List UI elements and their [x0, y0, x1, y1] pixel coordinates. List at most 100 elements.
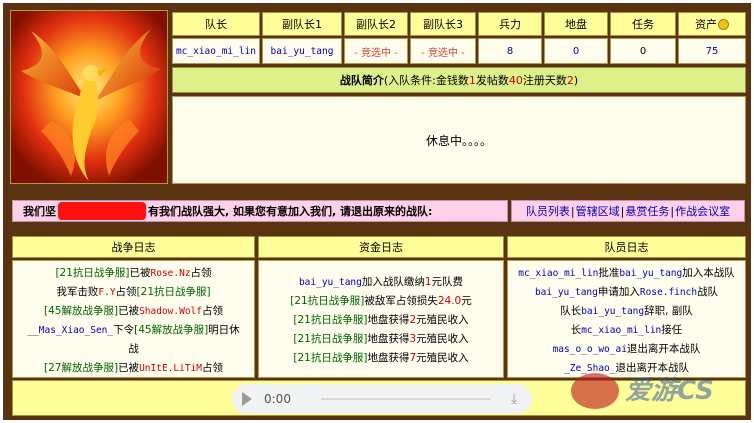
fund-log-body: bai_yu_tang加入战队缴纳1元队费 [21抗日战争服]被敌军占领损失24.… — [258, 260, 504, 378]
log-text: 长 — [570, 324, 582, 336]
log-text: 退出离开本战队 — [626, 343, 701, 355]
watermark-text: 爱游CS — [625, 376, 714, 406]
log-link[interactable]: mc_xiao_mi_lin — [518, 268, 598, 279]
log-link[interactable]: bai_yu_tang — [535, 287, 598, 298]
team-intro-title: 战队简介 — [339, 74, 384, 87]
log-line: mc_xiao_mi_lin批准bai_yu_tang加入本战队 — [508, 264, 745, 283]
tasks-value: 0 — [610, 38, 676, 64]
log-text: 地盘获得 — [367, 314, 410, 326]
log-link[interactable]: mas_o_o_wo_ai — [553, 344, 627, 355]
member-list-link[interactable]: 队员列表 — [526, 203, 570, 219]
log-line: [21抗日战争服]地盘获得3元殖民收入 — [259, 330, 503, 349]
phoenix-logo-image — [11, 11, 167, 183]
log-line: bai_yu_tang申请加入Rose.finch战队 — [508, 283, 745, 302]
war-log-body: [21抗日战争服]已被Rose.Nz占领 我军击败F.Y占领[21抗日战争服] [4… — [12, 260, 255, 378]
intro-days-value: 2 — [566, 73, 574, 87]
intro-days-label: 注册天数 — [522, 74, 567, 87]
audio-time: 0:00 — [264, 392, 291, 406]
log-text: 元殖民收入 — [416, 333, 469, 345]
log-line: 战 — [13, 340, 254, 359]
log-link[interactable]: [45解放战争服] — [44, 305, 118, 317]
log-text: 占领 — [201, 362, 223, 374]
log-text: 已被 — [118, 362, 140, 374]
log-text: 加入战队缴纳 — [361, 276, 425, 288]
log-text: 元队费 — [431, 276, 464, 288]
assets-value: 75 — [678, 38, 746, 64]
log-line: 队长bai_yu_tang辞职, 副队 — [508, 302, 745, 321]
log-text: 已被 — [118, 305, 140, 317]
log-text: 被敌军占领损失 — [364, 295, 438, 307]
war-log-title: 战争日志 — [12, 236, 255, 258]
log-text: 队长 — [560, 305, 582, 317]
team-links-bar: 队员列表 | 管辖区域 | 悬赏任务 | 作战会议室 — [511, 200, 745, 222]
vice-captain-1-link[interactable]: bai_yu_tang — [262, 38, 342, 64]
log-text: 接任 — [661, 324, 683, 336]
log-text: 加入本战队 — [682, 267, 735, 279]
log-link[interactable]: [21抗日战争服] — [293, 314, 367, 326]
log-text: 占领 — [190, 267, 212, 279]
log-link[interactable]: [45解放战争服] — [134, 324, 208, 336]
log-line: [45解放战争服]已被Shadow.Wolf占领 — [13, 302, 254, 321]
war-room-link[interactable]: 作战会议室 — [675, 203, 730, 219]
team-intro-header: 战队简介 (入队条件:金钱数 1 发帖数 40 注册天数 2 ) — [172, 67, 746, 93]
log-link[interactable]: Rose.finch — [640, 287, 697, 298]
vice-captain-2-status: - 竞选中 - — [344, 38, 408, 64]
audio-player: 0:00 ⤓ — [232, 384, 532, 414]
log-text: 已被 — [129, 267, 151, 279]
log-line: [27解放战争服]已被UnItE.LiTiM占领 — [13, 359, 254, 377]
log-link[interactable]: [27解放战争服] — [44, 362, 118, 374]
log-link[interactable]: F.Y — [98, 287, 115, 298]
play-icon[interactable] — [242, 392, 252, 406]
header-vice-captain-2: 副队长2 — [344, 12, 408, 36]
troops-value: 8 — [478, 38, 542, 64]
redaction-mark — [58, 202, 146, 220]
territory-value: 0 — [544, 38, 608, 64]
header-assets-label: 资产 — [695, 18, 717, 31]
log-link[interactable]: bai_yu_tang — [299, 277, 362, 288]
log-line: bai_yu_tang加入战队缴纳1元队费 — [259, 273, 503, 292]
log-text: 元 — [461, 295, 472, 307]
log-link[interactable]: bai_yu_tang — [581, 306, 644, 317]
intro-posts-value: 40 — [508, 73, 523, 87]
log-text: 批准 — [598, 267, 620, 279]
intro-cond-open: (入队条件:金钱数 — [383, 74, 469, 87]
vice-captain-3-status: - 竞选中 - — [410, 38, 476, 64]
log-link[interactable]: __Mas_Xiao_Sen_ — [27, 325, 113, 336]
log-link[interactable]: Shadow.Wolf — [139, 306, 202, 317]
header-territory: 地盘 — [544, 12, 608, 36]
log-link[interactable]: [21抗日战争服] — [293, 333, 367, 345]
captain-name-link[interactable]: mc_xiao_mi_lin — [172, 38, 260, 64]
log-link[interactable]: UnItE.LiTiM — [139, 363, 202, 374]
log-link[interactable]: [21抗日战争服] — [290, 295, 364, 307]
bounty-tasks-link[interactable]: 悬赏任务 — [625, 203, 669, 219]
header-captain: 队长 — [172, 12, 260, 36]
header-vice-captain-3: 副队长3 — [410, 12, 476, 36]
log-link[interactable]: [21抗日战争服] — [55, 267, 129, 279]
log-line: 长mc_xiao_mi_lin接任 — [508, 321, 745, 340]
log-link[interactable]: 24.0 — [438, 295, 461, 307]
audio-progress-track[interactable] — [320, 398, 491, 400]
log-link[interactable]: mc_xiao_mi_lin — [581, 325, 661, 336]
log-text: 明日休 — [208, 324, 240, 336]
header-tasks-label: 任务 — [632, 18, 654, 31]
log-link[interactable]: Rose.Nz — [151, 268, 191, 279]
log-link[interactable]: [21抗日战争服] — [293, 352, 367, 364]
fund-log-title: 资金日志 — [258, 236, 504, 258]
jurisdiction-link[interactable]: 管辖区域 — [576, 203, 620, 219]
intro-cond-close: ) — [573, 73, 579, 87]
log-text: 地盘获得 — [367, 333, 410, 345]
log-line: [21抗日战争服]地盘获得7元殖民收入 — [259, 349, 503, 368]
log-link[interactable]: bai_yu_tang — [619, 268, 682, 279]
log-link[interactable]: 1 — [425, 276, 432, 288]
log-text: 申请加入 — [597, 286, 640, 298]
header-vice-captain-1: 副队长1 — [262, 12, 342, 36]
header-troops: 兵力 — [478, 12, 542, 36]
log-text: 战 — [128, 343, 139, 355]
watermark-logo-mark — [571, 373, 619, 409]
log-text: 占领 — [201, 305, 223, 317]
recruit-suffix: 有我们战队强大, 如果您有意加入我们, 请退出原来的战队: — [148, 205, 433, 218]
download-icon[interactable]: ⤓ — [511, 391, 517, 407]
log-link[interactable]: [21抗日战争服] — [137, 286, 211, 298]
log-text: 占领 — [115, 286, 137, 298]
log-line: __Mas_Xiao_Sen_下令[45解放战争服]明日休 — [13, 321, 254, 340]
